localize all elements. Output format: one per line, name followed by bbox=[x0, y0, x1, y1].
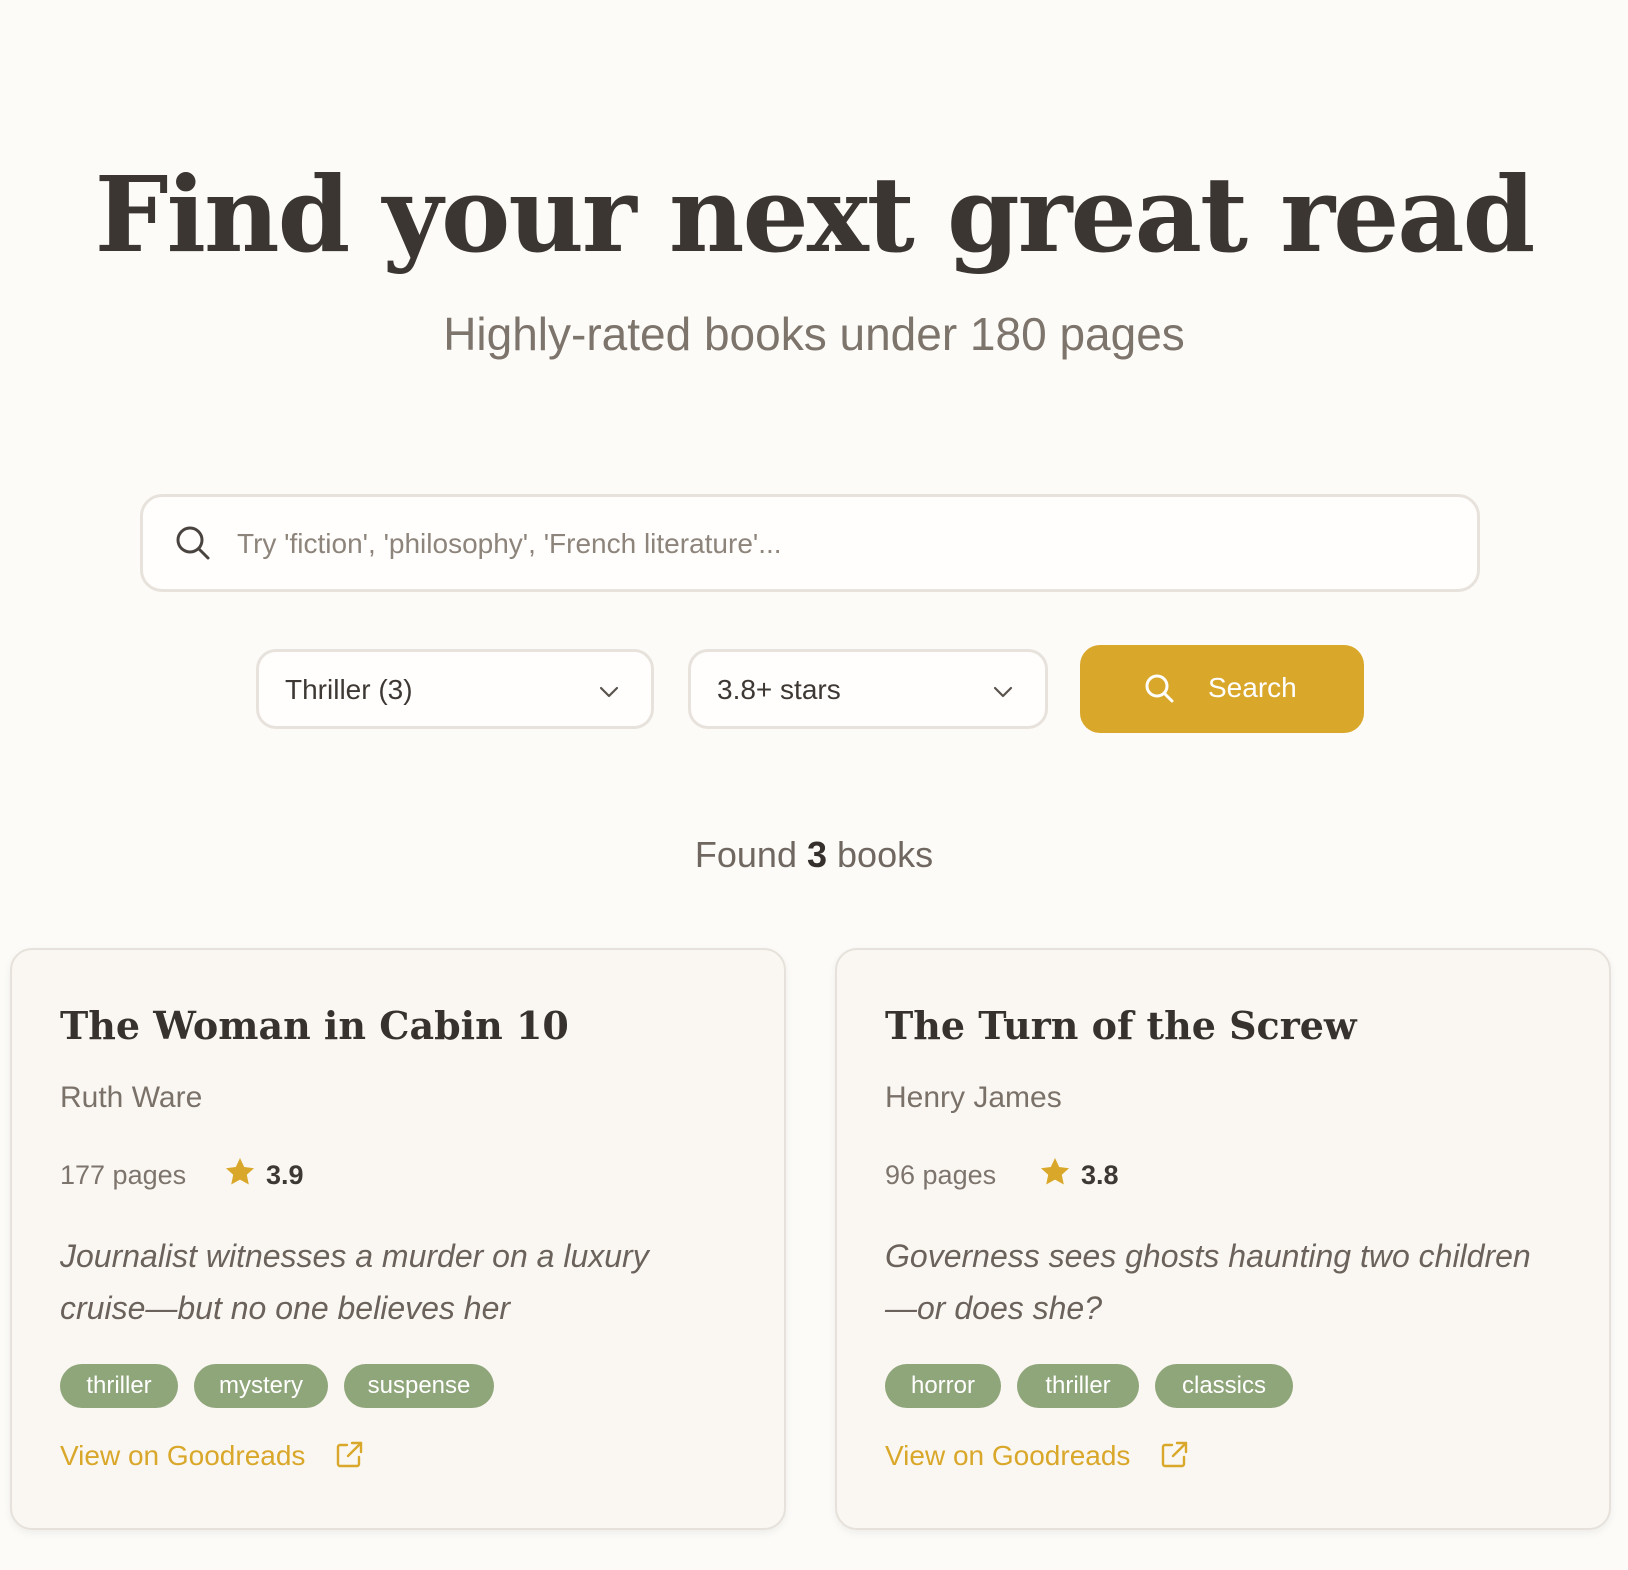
search-icon bbox=[1145, 674, 1174, 703]
star-icon bbox=[1041, 1158, 1069, 1185]
book-pages: 96 pages bbox=[885, 1160, 997, 1190]
book-pages: 177 pages bbox=[60, 1160, 187, 1190]
book-card: The Turn of the Screw Henry James 96 pag… bbox=[835, 948, 1611, 1530]
tag[interactable]: horror bbox=[885, 1364, 1001, 1408]
chevron-down-icon bbox=[599, 686, 619, 698]
tag[interactable]: mystery bbox=[194, 1364, 328, 1408]
book-author: Ruth Ware bbox=[60, 1081, 203, 1114]
tag[interactable]: classics bbox=[1155, 1364, 1293, 1408]
external-link-icon[interactable] bbox=[334, 1440, 364, 1470]
tag[interactable]: thriller bbox=[1017, 1364, 1139, 1408]
book-card: The Woman in Cabin 10 Ruth Ware 177 page… bbox=[10, 948, 786, 1530]
external-link-icon[interactable] bbox=[1159, 1440, 1189, 1470]
results-number: 3 bbox=[806, 834, 828, 875]
tag[interactable]: thriller bbox=[60, 1364, 178, 1408]
chevron-down-icon bbox=[993, 686, 1013, 698]
book-title: The Turn of the Screw bbox=[885, 1003, 1357, 1048]
star-icon bbox=[226, 1158, 254, 1185]
tag[interactable]: suspense bbox=[344, 1364, 494, 1408]
search-box[interactable] bbox=[140, 494, 1480, 592]
results-count: Found 3 books bbox=[0, 832, 1628, 878]
book-rating: 3.8 bbox=[1081, 1160, 1119, 1190]
book-title: The Woman in Cabin 10 bbox=[60, 1003, 569, 1048]
search-icon bbox=[176, 526, 210, 560]
book-description: Journalist witnesses a murder on a luxur… bbox=[60, 1238, 649, 1326]
search-button[interactable]: Search bbox=[1080, 645, 1364, 733]
search-button-label: Search bbox=[1208, 672, 1297, 703]
book-rating: 3.9 bbox=[266, 1160, 304, 1190]
rating-select[interactable]: 3.8+ stars bbox=[688, 649, 1048, 729]
book-description: Governess sees ghosts haunting two child… bbox=[885, 1238, 1531, 1326]
goodreads-link[interactable]: View on Goodreads bbox=[60, 1438, 305, 1474]
rating-select-value: 3.8+ stars bbox=[717, 674, 841, 705]
goodreads-link[interactable]: View on Goodreads bbox=[885, 1438, 1130, 1474]
results-suffix: books bbox=[837, 834, 934, 875]
search-input[interactable] bbox=[237, 517, 1437, 571]
page-title: Find your next great read bbox=[94, 153, 1536, 276]
book-author: Henry James bbox=[885, 1081, 1062, 1114]
genre-select[interactable]: Thriller (3) bbox=[256, 649, 654, 729]
genre-select-value: Thriller (3) bbox=[285, 674, 413, 705]
page-subtitle: Highly-rated books under 180 pages bbox=[443, 308, 1185, 360]
results-prefix: Found bbox=[694, 834, 797, 875]
